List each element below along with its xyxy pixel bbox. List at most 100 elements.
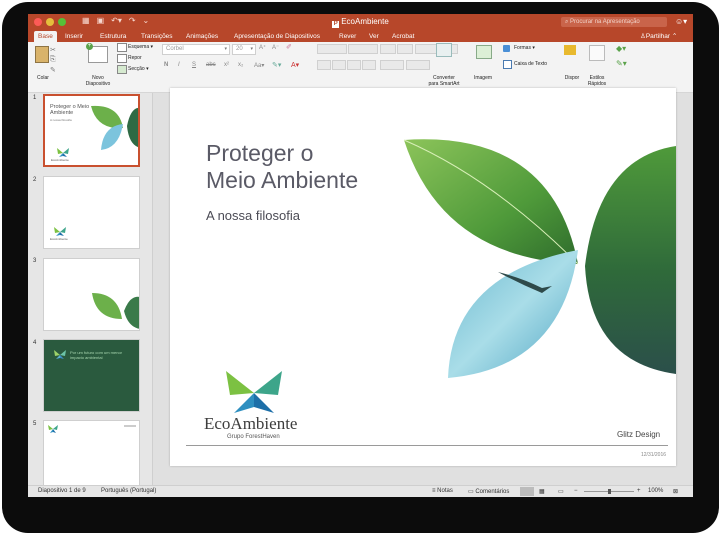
shape-outline-icon[interactable]: ✎▾ — [616, 59, 627, 68]
shapes-button[interactable]: Formas ▾ — [514, 45, 535, 51]
butterfly-logo-icon — [54, 227, 66, 236]
change-case-icon[interactable]: Aa▾ — [254, 62, 264, 69]
font-name-select[interactable]: Corbel ▾ — [162, 44, 230, 55]
layout-label: Esquema — [128, 44, 150, 50]
format-painter-icon[interactable]: ✎ — [50, 66, 56, 74]
decrease-font-icon[interactable]: A⁻ — [272, 44, 279, 51]
slide-title-line-2: Meio Ambiente — [206, 167, 359, 193]
increase-indent-button[interactable] — [397, 44, 413, 54]
slide-subtitle[interactable]: A nossa filosofia — [206, 208, 300, 223]
slide-thumbnail-1[interactable]: Proteger o Meio Ambiente A nossa filosof… — [43, 94, 140, 167]
paste-label: Colar — [37, 75, 49, 81]
layout-button[interactable]: Esquema ▾ — [128, 44, 153, 50]
zoom-in-button[interactable]: + — [637, 488, 641, 494]
clear-format-icon[interactable]: ✐ — [286, 43, 292, 51]
ribbon-tabs: Base Inserir Estrutura Transições Animaç… — [28, 30, 693, 42]
arrange-label: Dispor — [564, 75, 580, 81]
tab-inserir[interactable]: Inserir — [65, 31, 83, 42]
align-left-button[interactable] — [317, 60, 331, 70]
highlight-icon[interactable]: ✎▾ — [272, 61, 281, 69]
zoom-level[interactable]: 100% — [648, 488, 663, 494]
justify-button[interactable] — [362, 60, 376, 70]
slide-brand: EcoAmbiente — [204, 414, 298, 433]
tab-animacoes[interactable]: Animações — [186, 31, 218, 42]
subscript-button[interactable]: x₂ — [238, 62, 243, 68]
section-button[interactable]: Secção ▾ — [128, 66, 149, 72]
tab-apresentacao[interactable]: Apresentação de Diapositivos — [234, 31, 320, 42]
bullets-button[interactable] — [317, 44, 347, 54]
comments-button[interactable]: ▭ Comentários — [468, 488, 509, 495]
underline-button[interactable]: S — [192, 62, 196, 68]
strikethrough-button[interactable]: abc — [206, 62, 216, 68]
quick-styles-icon[interactable] — [589, 45, 605, 61]
convert-label-2: para SmartArt — [428, 81, 460, 87]
section-label: Secção — [128, 66, 145, 72]
smartart-icon[interactable] — [436, 43, 452, 57]
font-size-select[interactable]: 20 ▾ — [232, 44, 256, 55]
numbering-button[interactable] — [348, 44, 378, 54]
copy-icon[interactable]: ⎘ — [50, 56, 56, 64]
superscript-button[interactable]: x² — [224, 62, 229, 68]
slide-thumbnail-3[interactable] — [43, 258, 140, 331]
ribbon: ✂ ⎘ ✎ Colar + Novo Diapositivo ▾ Esquema… — [28, 42, 693, 93]
section-icon — [117, 65, 127, 74]
zoom-out-button[interactable]: − — [574, 488, 578, 494]
chevron-down-icon: ▾ — [224, 46, 227, 52]
align-text-button[interactable] — [406, 60, 430, 70]
notes-label: Notas — [437, 488, 453, 494]
font-name-value: Corbel — [166, 46, 184, 52]
share-button[interactable]: ♙Partilhar ⌃ — [640, 31, 677, 42]
reset-button[interactable]: Repor — [128, 55, 142, 61]
search-placeholder: Procurar na Apresentação — [570, 19, 640, 25]
bold-button[interactable]: N — [164, 62, 168, 68]
text-direction-button[interactable] — [380, 60, 404, 70]
textbox-button[interactable]: Caixa de Texto — [514, 61, 547, 67]
font-color-icon[interactable]: A▾ — [291, 61, 299, 69]
tab-transicoes[interactable]: Transições — [141, 31, 173, 42]
align-center-button[interactable] — [332, 60, 346, 70]
normal-view-icon[interactable] — [520, 487, 534, 496]
notes-button[interactable]: ≡ Notas — [432, 488, 453, 494]
share-label: Partilhar — [645, 33, 671, 40]
slide-title-line-1: Proteger o — [206, 140, 314, 166]
slide-number: 2 — [33, 177, 37, 183]
shape-fill-icon[interactable]: ◆▾ — [616, 44, 626, 53]
zoom-slider-thumb[interactable] — [608, 489, 611, 494]
slide-thumbnail-5[interactable] — [43, 420, 140, 493]
tab-base[interactable]: Base — [34, 31, 57, 42]
slide-title[interactable]: Proteger o Meio Ambiente — [206, 140, 406, 194]
current-slide[interactable]: Proteger o Meio Ambiente A nossa filosof… — [170, 88, 676, 466]
butterfly-logo-icon — [54, 350, 66, 359]
increase-font-icon[interactable]: A⁺ — [259, 44, 266, 51]
new-slide-label-2: Diapositivo — [85, 81, 111, 87]
presenter-view-icon[interactable]: ▭ — [558, 488, 564, 495]
cut-icon[interactable]: ✂ — [50, 46, 56, 54]
slide-thumbnails-pane[interactable]: 1 Proteger o Meio Ambiente A nossa filos… — [28, 93, 153, 493]
slide-number: 3 — [33, 258, 37, 264]
fit-slide-icon[interactable]: ⊠ — [673, 488, 678, 495]
decrease-indent-button[interactable] — [380, 44, 396, 54]
collapse-ribbon-icon: ⌃ — [671, 33, 678, 40]
search-input[interactable]: ⌕ Procurar na Apresentação — [561, 17, 667, 27]
leaf-image — [403, 139, 676, 378]
tab-ver[interactable]: Ver — [369, 31, 379, 42]
butterfly-logo-icon — [226, 371, 282, 413]
paste-icon[interactable] — [35, 46, 49, 63]
slide-thumbnail-4[interactable]: Por um futuro com um menor impacto ambie… — [43, 339, 140, 412]
tab-estrutura[interactable]: Estrutura — [100, 31, 126, 42]
picture-label: Imagem — [473, 75, 493, 81]
language-indicator[interactable]: Português (Portugal) — [101, 488, 156, 494]
slide-sorter-icon[interactable]: ▦ — [539, 488, 545, 495]
plus-icon: + — [86, 43, 93, 50]
thumb-subtitle: A nossa filosofia — [50, 118, 72, 122]
tab-rever[interactable]: Rever — [339, 31, 356, 42]
chevron-down-icon: ▾ — [250, 46, 253, 52]
arrange-icon[interactable] — [564, 45, 576, 55]
picture-icon[interactable] — [476, 45, 492, 59]
align-right-button[interactable] — [347, 60, 361, 70]
feedback-icon[interactable]: ☺▾ — [675, 17, 687, 26]
slide-thumbnail-2[interactable]: EcoAmbiente — [43, 176, 140, 249]
layout-icon — [117, 43, 127, 52]
italic-button[interactable]: I — [178, 62, 180, 68]
tab-acrobat[interactable]: Acrobat — [392, 31, 414, 42]
